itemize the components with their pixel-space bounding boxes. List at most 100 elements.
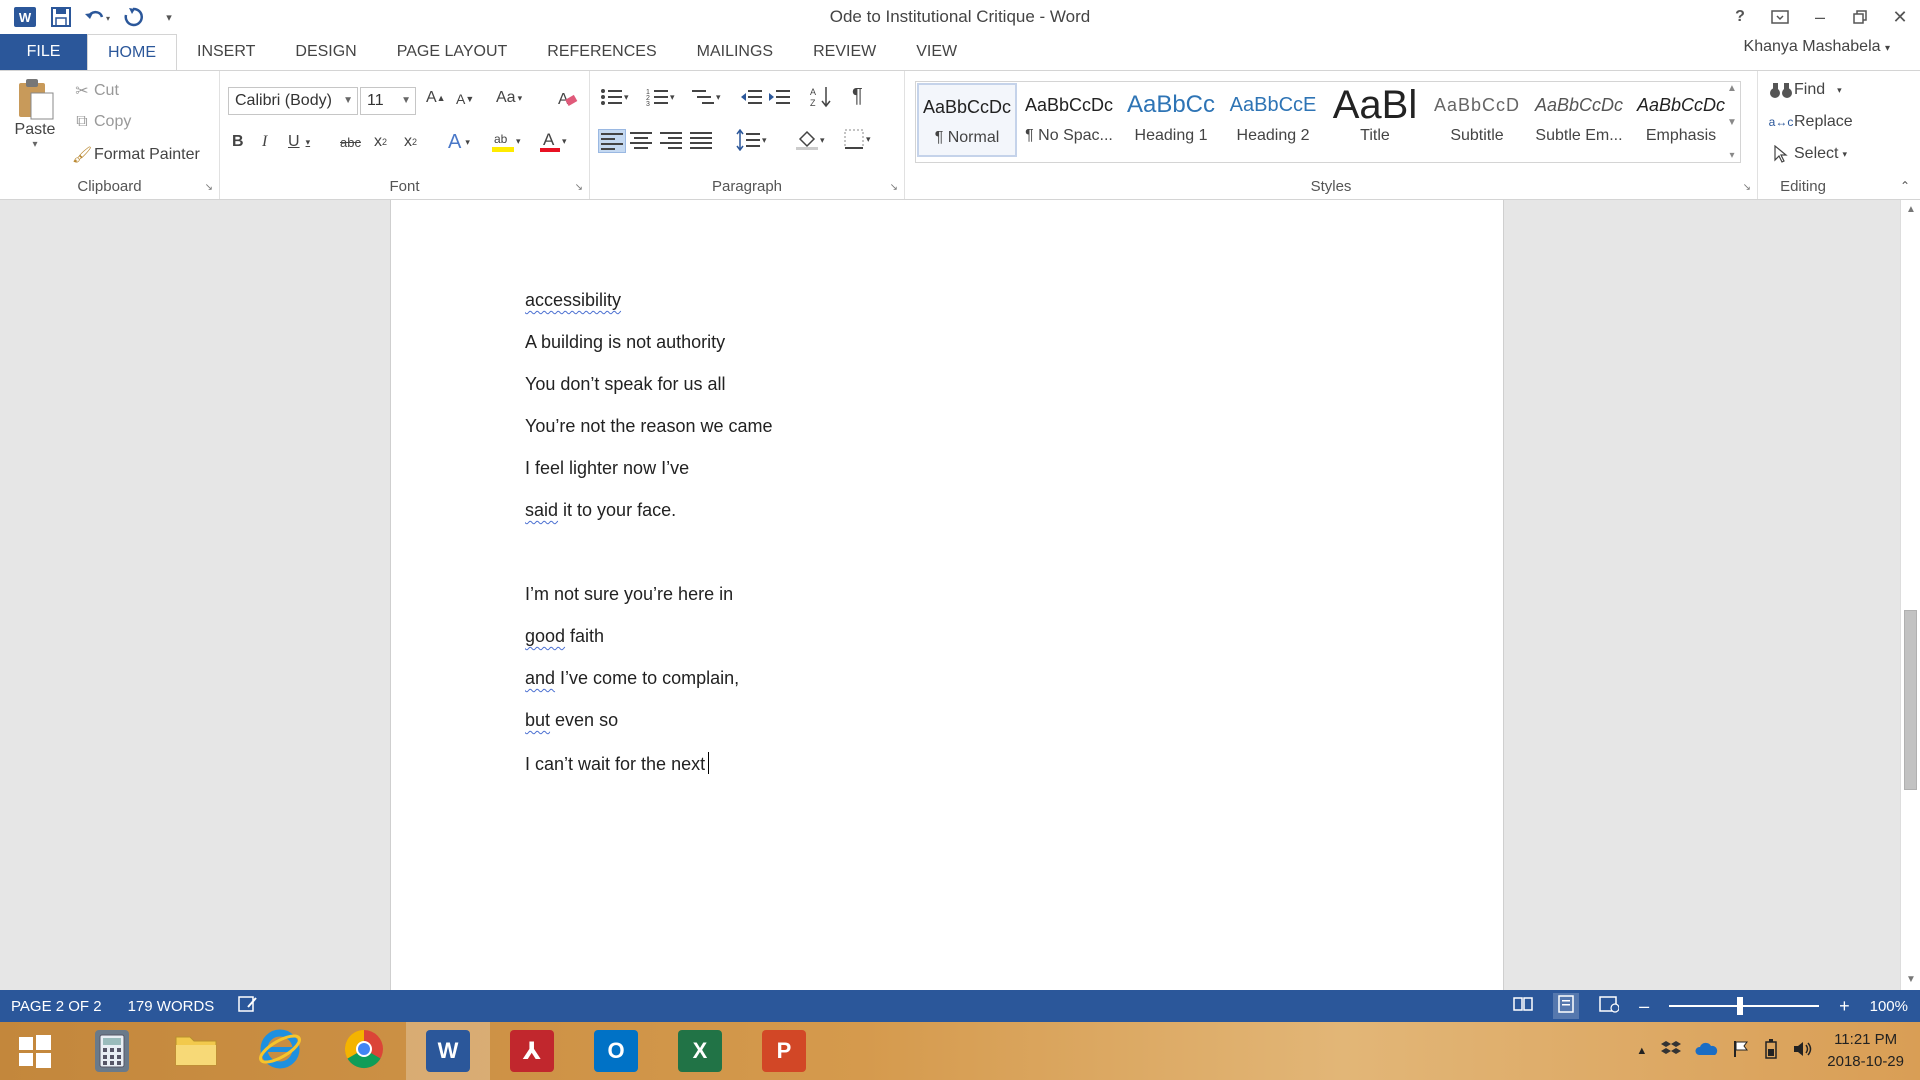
tab-page-layout[interactable]: PAGE LAYOUT: [377, 34, 528, 70]
chevron-up-icon[interactable]: ▲: [1727, 83, 1737, 94]
save-icon[interactable]: [46, 3, 76, 31]
style-no-spacing[interactable]: AaBbCcDc ¶ No Spac...: [1019, 83, 1119, 157]
dropbox-icon[interactable]: [1661, 1040, 1682, 1063]
show-formatting-marks-icon[interactable]: ¶: [852, 85, 863, 108]
taskbar-file-explorer[interactable]: [154, 1022, 238, 1080]
taskbar-chrome[interactable]: [322, 1022, 406, 1080]
page-count[interactable]: PAGE 2 OF 2: [0, 998, 102, 1015]
redo-icon[interactable]: [118, 3, 148, 31]
style-heading-1[interactable]: AaBbCc Heading 1: [1121, 83, 1221, 157]
style-subtitle[interactable]: AaBbCcD Subtitle: [1427, 83, 1527, 157]
replace-button[interactable]: a↔c Replace: [1768, 113, 1853, 131]
style-subtle-emphasis[interactable]: AaBbCcDc Subtle Em...: [1529, 83, 1629, 157]
misspelled-word[interactable]: said: [525, 500, 558, 520]
taskbar-powerpoint[interactable]: P: [742, 1022, 826, 1080]
clear-formatting-icon[interactable]: A: [556, 87, 578, 109]
power-icon[interactable]: [1763, 1038, 1779, 1064]
font-name-select[interactable]: Calibri (Body) ▼: [228, 87, 358, 115]
zoom-level[interactable]: 100%: [1870, 998, 1908, 1015]
tab-insert[interactable]: INSERT: [177, 34, 275, 70]
undo-icon[interactable]: ▾: [82, 3, 112, 31]
borders-icon[interactable]: ▾: [844, 129, 871, 149]
onedrive-icon[interactable]: [1695, 1041, 1719, 1062]
format-painter-button[interactable]: 🖌 Format Painter: [70, 145, 200, 165]
increase-indent-icon[interactable]: [768, 87, 790, 107]
dialog-launcher-icon[interactable]: ↘: [890, 182, 898, 193]
scrollbar-thumb[interactable]: [1904, 610, 1917, 790]
underline-icon[interactable]: U ▾: [288, 133, 310, 151]
align-center-icon[interactable]: [630, 131, 652, 149]
shading-icon[interactable]: ▾: [796, 129, 825, 151]
chevron-down-icon[interactable]: ▼: [1727, 117, 1737, 128]
web-layout-icon[interactable]: [1599, 995, 1620, 1017]
customize-qat-icon[interactable]: ▾: [154, 3, 184, 31]
taskbar-acrobat[interactable]: ⅄: [490, 1022, 574, 1080]
cut-button[interactable]: ✂ Cut: [70, 81, 119, 101]
align-right-icon[interactable]: [660, 131, 682, 149]
tab-mailings[interactable]: MAILINGS: [677, 34, 793, 70]
proofing-icon[interactable]: [214, 995, 258, 1017]
show-hidden-icons-icon[interactable]: ▲: [1636, 1045, 1647, 1057]
scroll-down-icon[interactable]: ▼: [1901, 970, 1920, 990]
font-size-select[interactable]: 11 ▼: [360, 87, 416, 115]
document-area[interactable]: accessibility A building is not authorit…: [0, 200, 1900, 990]
taskbar-internet-explorer[interactable]: [238, 1022, 322, 1080]
close-icon[interactable]: ✕: [1880, 0, 1920, 34]
change-case-icon[interactable]: Aa ▾: [496, 89, 522, 107]
tab-view[interactable]: VIEW: [896, 34, 977, 70]
zoom-slider[interactable]: [1669, 997, 1820, 1015]
bold-icon[interactable]: B: [232, 133, 244, 151]
sort-icon[interactable]: AZ: [810, 85, 832, 109]
action-center-flag-icon[interactable]: [1733, 1040, 1749, 1063]
style-normal[interactable]: AaBbCcDc ¶ Normal: [917, 83, 1017, 157]
dialog-launcher-icon[interactable]: ↘: [1743, 182, 1751, 193]
zoom-slider-thumb[interactable]: [1737, 997, 1744, 1015]
taskbar-excel[interactable]: X: [658, 1022, 742, 1080]
style-emphasis[interactable]: AaBbCcDc Emphasis: [1631, 83, 1731, 157]
volume-icon[interactable]: [1793, 1040, 1813, 1063]
select-button[interactable]: Select ▾: [1768, 145, 1847, 163]
print-layout-icon[interactable]: [1553, 993, 1580, 1019]
tab-home[interactable]: HOME: [87, 34, 177, 70]
shrink-font-icon[interactable]: A ▼: [456, 91, 474, 107]
word-count[interactable]: 179 WORDS: [102, 998, 215, 1015]
copy-button[interactable]: ⧉ Copy: [70, 113, 131, 131]
misspelled-word[interactable]: and: [525, 668, 555, 688]
paste-button[interactable]: Paste ▾: [10, 77, 60, 150]
tab-references[interactable]: REFERENCES: [527, 34, 676, 70]
misspelled-word[interactable]: good: [525, 626, 565, 646]
vertical-scrollbar[interactable]: ▲ ▼: [1900, 200, 1920, 990]
scroll-up-icon[interactable]: ▲: [1901, 200, 1920, 220]
taskbar-calculator[interactable]: [70, 1022, 154, 1080]
align-left-icon[interactable]: [598, 129, 626, 153]
decrease-indent-icon[interactable]: [740, 87, 762, 107]
help-icon[interactable]: ?: [1720, 0, 1760, 34]
restore-icon[interactable]: [1840, 0, 1880, 34]
misspelled-word[interactable]: but: [525, 710, 550, 730]
highlight-color-icon[interactable]: ab ▾: [492, 129, 521, 153]
dialog-launcher-icon[interactable]: ↘: [575, 182, 583, 193]
grow-font-icon[interactable]: A ▲: [426, 89, 446, 107]
taskbar-word[interactable]: W: [406, 1022, 490, 1080]
find-button[interactable]: Find ▾: [1768, 81, 1842, 99]
text-effects-icon[interactable]: A ▾: [448, 131, 470, 154]
word-app-icon[interactable]: W: [10, 3, 40, 31]
multilevel-list-icon[interactable]: ▾: [692, 87, 721, 107]
ribbon-display-options-icon[interactable]: [1760, 0, 1800, 34]
style-heading-2[interactable]: AaBbCcE Heading 2: [1223, 83, 1323, 157]
strikethrough-icon[interactable]: abc: [340, 135, 361, 150]
account-user-name[interactable]: Khanya Mashabela ▾: [1744, 38, 1890, 56]
misspelled-word[interactable]: accessibility: [525, 290, 621, 310]
line-spacing-icon[interactable]: ▾: [736, 129, 767, 151]
superscript-icon[interactable]: x2: [404, 133, 417, 151]
zoom-out-icon[interactable]: –: [1639, 996, 1649, 1017]
subscript-icon[interactable]: x2: [374, 133, 387, 151]
tab-file[interactable]: FILE: [0, 34, 87, 70]
bullets-icon[interactable]: ▾: [600, 87, 629, 107]
italic-icon[interactable]: I: [262, 133, 267, 151]
minimize-icon[interactable]: –: [1800, 0, 1840, 34]
zoom-in-icon[interactable]: +: [1839, 996, 1850, 1017]
tab-review[interactable]: REVIEW: [793, 34, 896, 70]
read-mode-icon[interactable]: [1513, 996, 1533, 1016]
document-page[interactable]: accessibility A building is not authorit…: [390, 200, 1504, 990]
